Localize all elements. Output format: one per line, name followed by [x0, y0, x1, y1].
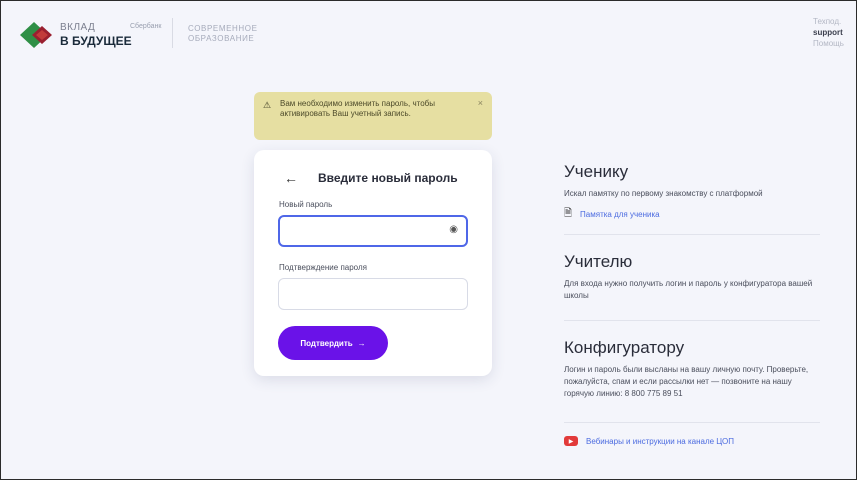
user-name[interactable]: support: [813, 27, 857, 38]
logo-mark-icon: [20, 22, 52, 48]
user-top: Техпод.: [813, 17, 842, 26]
student-title: Ученику: [564, 162, 629, 181]
submit-label: Подтвердить: [300, 338, 353, 348]
secondary-brand: СОВРЕМЕННОЕ ОБРАЗОВАНИЕ: [188, 24, 258, 44]
submit-button[interactable]: Подтвердить →: [278, 326, 388, 360]
new-password-label: Новый пароль: [279, 200, 333, 209]
webinars-link[interactable]: ▶ Вебинары и инструкции на канале ЦОП: [564, 436, 820, 446]
webinars-section: ▶ Вебинары и инструкции на канале ЦОП: [564, 430, 820, 446]
divider: [564, 422, 820, 423]
divider: [564, 234, 820, 235]
card-title: Введите новый пароль: [318, 171, 458, 185]
student-memo-link[interactable]: 🗎 Памятка для ученика: [564, 206, 820, 223]
user-bottom[interactable]: Помощь: [813, 38, 857, 49]
alert-text: Вам необходимо изменить пароль, чтобы ак…: [280, 99, 435, 118]
webinars-link-label: Вебинары и инструкции на канале ЦОП: [586, 436, 735, 446]
configurator-section: Конфигуратору Логин и пароль были выслан…: [564, 338, 820, 400]
student-section: Ученику Искал памятку по первому знакомс…: [564, 162, 820, 223]
close-icon[interactable]: ×: [478, 98, 483, 108]
user-panel[interactable]: Техпод. support Помощь: [813, 16, 857, 49]
document-icon: 🗎: [564, 208, 573, 219]
password-alert: ⚠ Вам необходимо изменить пароль, чтобы …: [254, 92, 492, 140]
header-divider: [172, 18, 173, 48]
student-text: Искал памятку по первому знакомству с пл…: [564, 189, 763, 198]
logo-tag: Сбербанк: [130, 23, 162, 30]
confirm-password-field[interactable]: [278, 278, 468, 310]
warning-icon: ⚠: [263, 100, 272, 110]
configurator-title: Конфигуратору: [564, 338, 685, 357]
password-card: ← Введите новый пароль Новый пароль ◉ По…: [254, 150, 492, 376]
confirm-password-label: Подтверждение пароля: [279, 263, 367, 272]
eye-icon[interactable]: ◉: [449, 224, 458, 235]
brand-line2: ОБРАЗОВАНИЕ: [188, 34, 255, 43]
teacher-text: Для входа нужно получить логин и пароль …: [564, 279, 813, 300]
logo-line2: В БУДУЩЕЕ: [60, 34, 132, 48]
brand-line1: СОВРЕМЕННОЕ: [188, 24, 258, 33]
header: ВКЛАД В БУДУЩЕЕ Сбербанк СОВРЕМЕННОЕ ОБР…: [0, 0, 857, 70]
logo[interactable]: ВКЛАД В БУДУЩЕЕ Сбербанк: [18, 18, 178, 52]
new-password-field[interactable]: ◉: [278, 215, 468, 247]
student-link-label: Памятка для ученика: [580, 210, 660, 219]
logo-line1: ВКЛАД: [60, 22, 96, 33]
youtube-icon: ▶: [564, 436, 578, 446]
configurator-text: Логин и пароль были высланы на вашу личн…: [564, 365, 809, 398]
arrow-right-icon: →: [357, 338, 366, 348]
divider: [564, 320, 820, 321]
teacher-title: Учителю: [564, 252, 633, 271]
teacher-section: Учителю Для входа нужно получить логин и…: [564, 252, 820, 302]
back-arrow-icon[interactable]: ←: [284, 170, 298, 186]
